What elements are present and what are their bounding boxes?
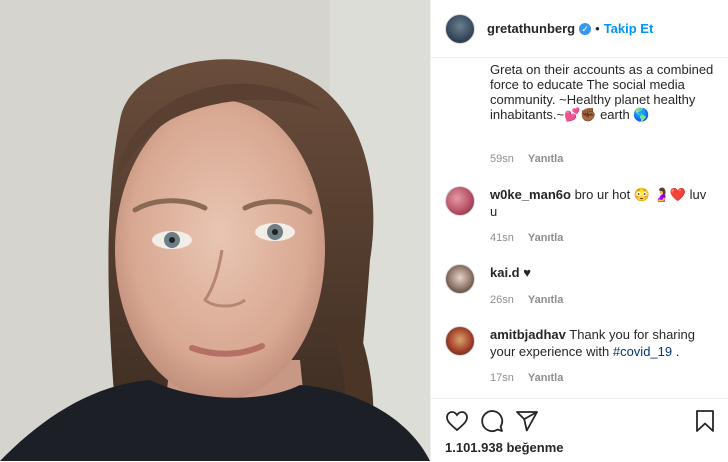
post-header: gretathunberg ✓ • Takip Et (431, 0, 728, 58)
comment-time: 26sn (490, 294, 514, 306)
comment-body: kai.d ♥ (490, 264, 715, 281)
comment-item: w0ke_man6o bro ur hot 😳 🤰❤️ luv u 41sn Ya… (445, 186, 715, 246)
comment-reply-button[interactable]: Yanıtla (528, 232, 563, 244)
author-avatar[interactable] (445, 13, 475, 44)
commenter-avatar[interactable] (445, 264, 475, 294)
portrait-illustration (0, 0, 430, 461)
follow-button[interactable]: Takip Et (604, 21, 654, 36)
separator-dot: • (595, 21, 600, 36)
likes-count[interactable]: 1.101.938 beğenme (445, 440, 564, 455)
comment-text: ♥ (523, 265, 531, 280)
comment-time: 41sn (490, 232, 514, 244)
hashtag-link[interactable]: #covid_19 (613, 344, 672, 359)
commenter-username[interactable]: amitbjadhav (490, 327, 566, 342)
comment-meta: 41sn Yanıtla (490, 232, 563, 244)
author-username[interactable]: gretathunberg (487, 21, 575, 36)
caption-time: 59sn (490, 153, 514, 165)
caption-text: Greta on their accounts as a combined fo… (490, 62, 714, 122)
comment-body: amitbjadhav Thank you for sharing your e… (490, 326, 715, 360)
commenter-avatar[interactable] (445, 326, 475, 356)
caption-reply-button[interactable]: Yanıtla (528, 153, 563, 165)
post-actions: 1.101.938 beğenme (431, 398, 728, 462)
comments-list[interactable]: Greta on their accounts as a combined fo… (431, 58, 728, 398)
comment-item: amitbjadhav Thank you for sharing your e… (445, 326, 715, 386)
comment-icon[interactable] (480, 409, 504, 433)
comment-reply-button[interactable]: Yanıtla (528, 372, 563, 384)
comment-reply-button[interactable]: Yanıtla (528, 294, 563, 306)
verified-badge-icon: ✓ (579, 22, 592, 35)
commenter-username[interactable]: w0ke_man6o (490, 187, 571, 202)
caption-meta: 59sn Yanıtla (490, 153, 563, 165)
share-icon[interactable] (515, 409, 539, 433)
heart-icon[interactable] (445, 409, 469, 433)
commenter-avatar[interactable] (445, 186, 475, 216)
comment-body: w0ke_man6o bro ur hot 😳 🤰❤️ luv u (490, 186, 715, 220)
comment-item: kai.d ♥ 26sn Yanıtla (445, 264, 715, 314)
post-photo[interactable] (0, 0, 430, 461)
bookmark-icon[interactable] (693, 409, 717, 433)
post-sidebar: gretathunberg ✓ • Takip Et Greta on thei… (430, 0, 728, 461)
comment-meta: 17sn Yanıtla (490, 372, 563, 384)
commenter-username[interactable]: kai.d (490, 265, 520, 280)
comment-time: 17sn (490, 372, 514, 384)
comment-meta: 26sn Yanıtla (490, 294, 563, 306)
comment-text-end: . (672, 344, 680, 359)
